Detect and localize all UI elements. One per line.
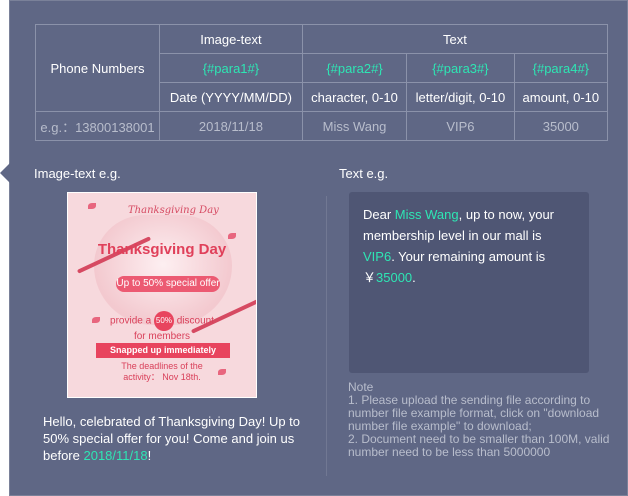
promo-banner: Up to 50% special offer	[116, 276, 220, 292]
message-part: .	[412, 270, 416, 285]
example-cell: 2018/11/18	[159, 111, 303, 141]
text-header: Text	[301, 24, 609, 54]
example-cell: VIP6	[406, 111, 515, 141]
message-amount: 35000	[376, 270, 413, 285]
example-row: e.g.：13800138001 2018/11/18 Miss Wang VI…	[35, 111, 609, 141]
image-text-header: Image-text	[159, 24, 303, 54]
image-text-caption: Hello, celebrated of Thanksgiving Day! U…	[43, 413, 313, 464]
format-cell: amount, 0-10	[513, 82, 609, 112]
format-cell: letter/digit, 0-10	[406, 82, 515, 112]
leaf-decoration	[228, 233, 236, 239]
caption-end: !	[147, 448, 152, 463]
note-line-2: 2. Document need to be smaller than 100M…	[348, 432, 610, 459]
note-section: Note 1. Please upload the sending file a…	[348, 381, 618, 459]
parameter-table: Phone Numbers Image-text Text {#para1#} …	[35, 24, 609, 141]
section-divider	[326, 196, 327, 476]
table-header-row: Phone Numbers Image-text Text	[35, 24, 609, 112]
phone-numbers-header: Phone Numbers	[35, 24, 160, 112]
promo-deadline-line1: The deadlines of the	[121, 361, 203, 371]
example-cell: Miss Wang	[301, 111, 408, 141]
text-example-box: Dear Miss Wang, up to now, your membersh…	[349, 192, 589, 373]
note-line-1: 1. Please upload the sending file accord…	[348, 393, 600, 433]
param-cell: {#para3#}	[406, 53, 515, 83]
promo-discount-badge: 50%	[153, 311, 174, 331]
promo-script-title: Thanksgiving Day	[128, 205, 219, 216]
text-title: Text e.g.	[339, 166, 389, 181]
example-phone: e.g.：13800138001	[35, 111, 160, 141]
sms-template-panel: Phone Numbers Image-text Text {#para1#} …	[9, 0, 628, 496]
panel-pointer	[0, 163, 10, 183]
param-cell: {#para4#}	[513, 53, 609, 83]
message-part: Dear	[363, 207, 395, 222]
promo-deadline: The deadlines of the activity： Nov 18th.	[68, 361, 256, 383]
promo-image: Thanksgiving Day Thanksgiving Day Up to …	[67, 192, 257, 398]
promo-title: Thanksgiving Day	[97, 241, 227, 258]
promo-deadline-line2: activity： Nov 18th.	[123, 372, 201, 382]
param-cell: {#para1#}	[159, 53, 303, 83]
leaf-decoration	[88, 203, 96, 209]
promo-discount-prefix: provide a	[110, 315, 152, 327]
promo-snap-banner: Snapped up immediately	[96, 343, 230, 358]
promo-discount-suffix: discount	[176, 315, 214, 327]
format-cell: Date (YYYY/MM/DD)	[159, 82, 303, 112]
heart-shape	[94, 215, 232, 325]
format-cell: character, 0-10	[301, 82, 408, 112]
image-text-title: Image-text e.g.	[34, 166, 121, 181]
message-name: Miss Wang	[394, 207, 459, 222]
caption-text: Hello, celebrated of Thanksgiving Day! U…	[43, 414, 301, 463]
promo-discount: provide a 50% discount for members	[68, 311, 256, 343]
message-level: VIP6	[363, 249, 392, 264]
param-cell: {#para2#}	[301, 53, 408, 83]
example-cell: 35000	[513, 111, 609, 141]
promo-discount-line2: for members	[133, 331, 191, 342]
caption-date: 2018/11/18	[83, 448, 148, 463]
